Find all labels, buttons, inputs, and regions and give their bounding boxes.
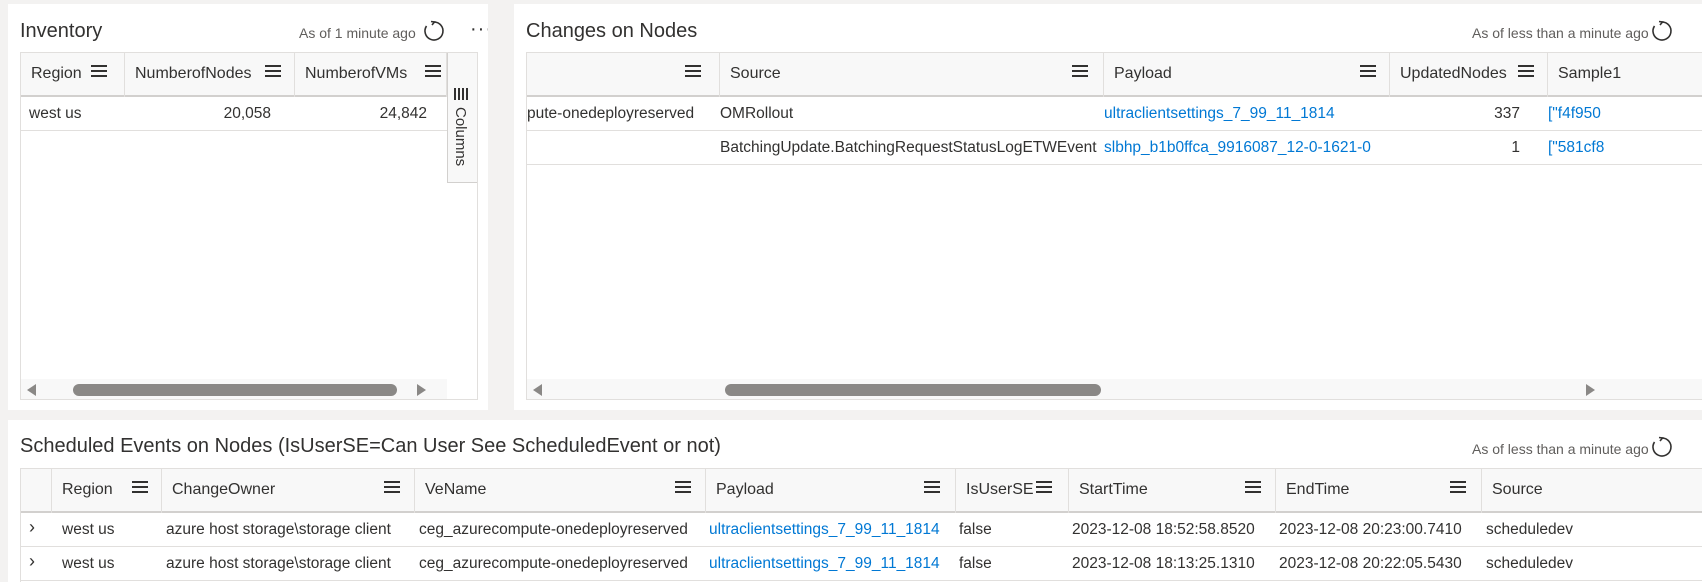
column-header-endtime[interactable]: EndTime (1276, 469, 1482, 513)
column-menu-icon[interactable] (1245, 481, 1261, 495)
column-menu-icon[interactable] (1518, 65, 1534, 79)
cell-sample-link[interactable]: ["f4f950 (1548, 105, 1601, 123)
cell-vename: ceg_azurecompute-onedeployreserved (419, 521, 688, 538)
table-row[interactable]: west us 20,058 24,842 (21, 97, 447, 131)
scroll-left-icon[interactable] (533, 384, 542, 396)
cell-nodes: 20,058 (223, 105, 271, 122)
horizontal-scrollbar[interactable] (21, 379, 447, 399)
column-menu-icon[interactable] (1360, 65, 1376, 79)
column-header-changeowner[interactable]: ChangeOwner (162, 469, 415, 513)
column-header-payload[interactable]: Payload (1104, 53, 1390, 97)
inventory-tile: Inventory As of 1 minute ago ··· Region … (8, 4, 488, 410)
table-row[interactable]: › west us azure host storage\storage cli… (21, 513, 1702, 547)
column-menu-icon[interactable] (675, 481, 691, 495)
column-header-payload[interactable]: Payload (706, 469, 956, 513)
refresh-icon[interactable] (422, 19, 446, 43)
cell-payload-link[interactable]: slbhp_b1b0ffca_9916087_12-0-1621-0 (1104, 139, 1371, 157)
cell-source: scheduledev (1486, 555, 1574, 572)
horizontal-scrollbar[interactable] (527, 379, 1702, 399)
scroll-right-icon[interactable] (1586, 384, 1595, 396)
column-header-ceg[interactable] (527, 53, 720, 97)
scheduled-events-tile: Scheduled Events on Nodes (IsUserSE=Can … (8, 420, 1702, 582)
cell-updatednodes: 337 (1494, 105, 1520, 122)
scheduled-events-grid-header: Region ChangeOwner VeName Payload IsUser… (21, 469, 1702, 513)
cell-payload-link[interactable]: ultraclientsettings_7_99_11_1814 (709, 521, 940, 539)
scroll-right-icon[interactable] (417, 384, 426, 396)
chevron-right-icon[interactable]: › (29, 517, 35, 538)
column-menu-icon[interactable] (425, 65, 441, 79)
column-menu-icon[interactable] (685, 65, 701, 79)
table-row[interactable]: › west us azure host storage\storage cli… (21, 547, 1702, 581)
cell-starttime: 2023-12-08 18:13:25.1310 (1072, 555, 1255, 572)
cell-payload-link[interactable]: ultraclientsettings_7_99_11_1814 (709, 555, 940, 573)
cell-endtime: 2023-12-08 20:23:00.7410 (1279, 521, 1462, 538)
changes-title: Changes on Nodes (526, 20, 698, 42)
column-menu-icon[interactable] (1450, 481, 1466, 495)
scroll-left-icon[interactable] (27, 384, 36, 396)
cell-isuserse: false (959, 555, 992, 572)
column-header-isuserse[interactable]: IsUserSE (956, 469, 1069, 513)
column-header-source[interactable]: Source (720, 53, 1104, 97)
scheduled-events-title: Scheduled Events on Nodes (IsUserSE=Can … (20, 435, 721, 457)
cell-source: BatchingUpdate.BatchingRequestStatusLogE… (720, 139, 1097, 156)
changes-status: As of less than a minute ago (1472, 25, 1649, 41)
table-row[interactable]: pute-onedeployreserved OMRollout ultracl… (527, 97, 1702, 131)
cell-vms: 24,842 (379, 105, 427, 122)
column-header-source[interactable]: Source (1482, 469, 1702, 513)
cell-payload-link[interactable]: ultraclientsettings_7_99_11_1814 (1104, 105, 1335, 123)
column-header-updatednodes[interactable]: UpdatedNodes (1390, 53, 1548, 97)
scheduled-events-grid: Region ChangeOwner VeName Payload IsUser… (20, 468, 1702, 582)
column-header-expander (21, 469, 52, 513)
inventory-grid-header: Region NumberofNodes NumberofVMs (21, 53, 477, 97)
cell-region: west us (62, 555, 115, 572)
cell-sample-link[interactable]: ["581cf8 (1548, 139, 1604, 157)
cell-changeowner: azure host storage\storage client (166, 555, 391, 572)
scheduled-events-status: As of less than a minute ago (1472, 441, 1649, 457)
columns-icon (454, 87, 470, 100)
column-header-numberofvms[interactable]: NumberofVMs (295, 53, 447, 97)
scrollbar-thumb[interactable] (725, 384, 1101, 396)
cell-changeowner: azure host storage\storage client (166, 521, 391, 538)
cell-updatednodes: 1 (1511, 139, 1520, 156)
cell-ceg: pute-onedeployreserved (527, 105, 695, 122)
cell-source: OMRollout (720, 105, 794, 122)
column-header-region[interactable]: Region (52, 469, 162, 513)
column-header-region[interactable]: Region (21, 53, 125, 97)
refresh-icon[interactable] (1650, 435, 1674, 459)
cell-region: west us (62, 521, 115, 538)
column-menu-icon[interactable] (924, 481, 940, 495)
changes-tile: Changes on Nodes As of less than a minut… (514, 4, 1702, 410)
cell-isuserse: false (959, 521, 992, 538)
inventory-grid: Region NumberofNodes NumberofVMs west us… (20, 52, 478, 400)
inventory-status: As of 1 minute ago (299, 25, 416, 41)
changes-grid: Source Payload UpdatedNodes Sample1 pute… (526, 52, 1702, 400)
column-header-starttime[interactable]: StartTime (1069, 469, 1276, 513)
columns-panel-toggle[interactable]: Columns (447, 53, 477, 183)
column-menu-icon[interactable] (265, 65, 281, 79)
refresh-icon[interactable] (1650, 19, 1674, 43)
column-menu-icon[interactable] (384, 481, 400, 495)
cell-source: scheduledev (1486, 521, 1574, 538)
columns-panel-label: Columns (452, 107, 469, 167)
table-row[interactable]: BatchingUpdate.BatchingRequestStatusLogE… (527, 131, 1702, 165)
column-header-numberofnodes[interactable]: NumberofNodes (125, 53, 295, 97)
column-header-sample1[interactable]: Sample1 (1548, 53, 1702, 97)
cell-region: west us (29, 105, 82, 122)
column-menu-icon[interactable] (132, 481, 148, 495)
cell-starttime: 2023-12-08 18:52:58.8520 (1072, 521, 1255, 538)
cell-vename: ceg_azurecompute-onedeployreserved (419, 555, 688, 572)
changes-grid-header: Source Payload UpdatedNodes Sample1 (527, 53, 1702, 97)
more-icon[interactable]: ··· (470, 19, 488, 39)
scrollbar-thumb[interactable] (73, 384, 397, 396)
inventory-title: Inventory (20, 20, 103, 42)
column-menu-icon[interactable] (91, 65, 107, 79)
column-menu-icon[interactable] (1036, 481, 1052, 495)
column-header-vename[interactable]: VeName (415, 469, 706, 513)
cell-endtime: 2023-12-08 20:22:05.5430 (1279, 555, 1462, 572)
chevron-right-icon[interactable]: › (29, 551, 35, 572)
column-menu-icon[interactable] (1072, 65, 1088, 79)
